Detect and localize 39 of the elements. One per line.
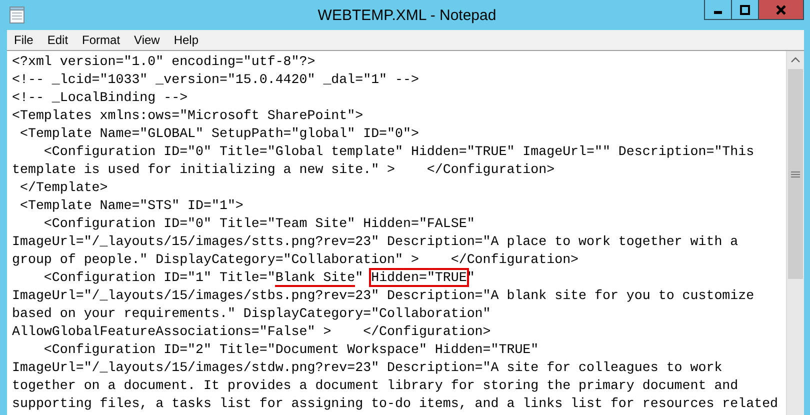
code-text: <Configuration ID="0" Title="Team Site" Hidden="FALSE"	[42, 216, 475, 231]
code-text: AllowGlobalFeatureAssociations="False" > </Configuration>	[12, 324, 491, 339]
maximize-icon	[740, 4, 750, 14]
code-text: <?xml version="1.0" encoding="utf-8"?>	[12, 54, 316, 69]
code-text: supporting files, a tasks list for assigning to-do items, and a links list for resources related	[12, 396, 778, 411]
code-text: <Templates xmlns:ows="Microsoft SharePoint">	[12, 108, 364, 123]
code-text: <!-- _lcid="1033" _version="15.0.4420" _dal="1" -->	[12, 72, 419, 87]
close-icon	[775, 4, 787, 16]
window-title: WEBTEMP.XML - Notepad	[318, 6, 496, 24]
underlined-text: Blank Site	[275, 270, 356, 287]
code-text: <Configuration ID="1" Title="	[42, 270, 276, 285]
code-text: ImageUrl="/_layouts/15/images/stbs.png?rev=23" Description="A blank site for you to customize	[12, 288, 754, 303]
code-text: based on your requirements." DisplayCategory="Collaboration"	[12, 306, 491, 321]
code-text: <Configuration ID="0" Title="Global template" Hidden="TRUE" ImageUrl="" Description="This	[42, 144, 754, 159]
code-text: <Template Name="STS" ID="1">	[18, 198, 244, 213]
menu-item[interactable]: File	[7, 33, 40, 47]
code-text: <Template Name="GLOBAL" SetupPath="global" ID="0">	[18, 126, 419, 141]
boxed-text: Hidden="TRUE	[371, 270, 467, 285]
grip-icon	[791, 170, 800, 178]
code-text: ImageUrl="/_layouts/15/images/stdw.png?rev=23" Description="A site for colleagues to work	[12, 360, 722, 375]
menu-item[interactable]: Format	[75, 33, 128, 47]
code-text: <Configuration ID="2" Title="Document Workspace" Hidden="TRUE"	[42, 342, 539, 357]
code-text: group of people." DisplayCategory="Collaboration" > </Configuration>	[12, 252, 579, 267]
menu-item[interactable]: View	[127, 33, 167, 47]
minimize-button[interactable]	[704, 0, 732, 20]
notepad-icon	[9, 6, 25, 24]
code-text: together on a document. It provides a document library for storing the primary document and	[12, 378, 738, 393]
code-text: "	[355, 270, 364, 285]
menu-item[interactable]: Edit	[40, 33, 76, 47]
scrollbar-thumb[interactable]	[788, 69, 803, 279]
scrollbar[interactable]	[786, 51, 804, 415]
menu-item[interactable]: Help	[166, 33, 206, 47]
caret-up-icon	[791, 56, 800, 62]
code-text: <!-- _LocalBinding -->	[12, 90, 188, 105]
code-text: ImageUrl="/_layouts/15/images/stts.png?rev=23" Description="A place to work together with a	[12, 234, 738, 249]
code-text: template is used for initializing a new site." > </Configuration>	[12, 162, 555, 177]
close-button[interactable]	[758, 0, 804, 20]
code-text: </Template>	[18, 180, 108, 195]
minimize-icon	[714, 10, 722, 14]
